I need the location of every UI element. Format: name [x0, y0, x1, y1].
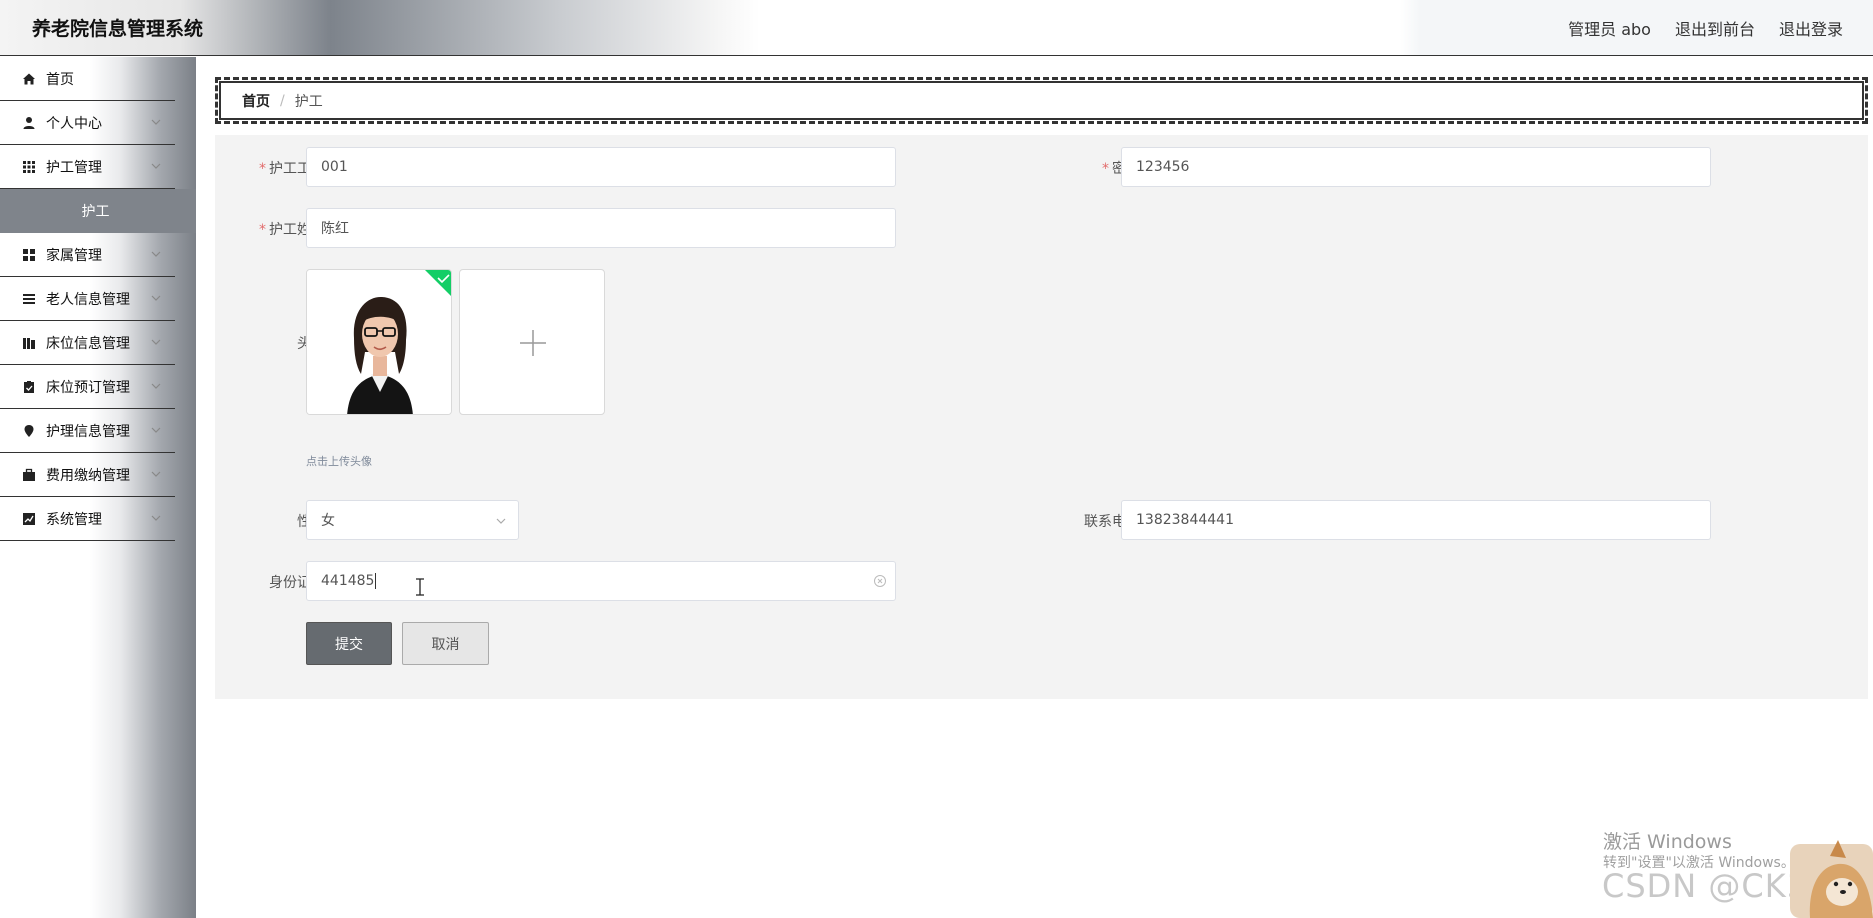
sidebar-subitem-nurse[interactable]: 护工 [0, 189, 196, 233]
sidebar-subitem-label: 护工 [81, 204, 110, 220]
top-links: 管理员 abo 退出到前台 退出登录 [1568, 16, 1843, 40]
dog-avatar-icon [1790, 840, 1873, 918]
breadcrumb-current: 护工 [294, 93, 323, 110]
gender-select[interactable]: 女 [306, 500, 519, 540]
sidebar-item-family-mgmt[interactable]: 家属管理 [0, 233, 175, 277]
avatar-photo [307, 270, 451, 414]
chevron-down-icon [151, 119, 161, 125]
sidebar-item-label: 护工管理 [46, 159, 102, 176]
chevron-down-icon [151, 251, 161, 257]
sidebar-item-bed-info[interactable]: 床位信息管理 [0, 321, 175, 365]
sidebar-item-home[interactable]: 首页 [0, 57, 175, 101]
chevron-down-icon [151, 471, 161, 477]
cancel-button[interactable]: 取消 [402, 622, 489, 665]
sidebar-item-label: 床位预订管理 [46, 379, 130, 396]
chevron-down-icon [151, 515, 161, 521]
text-cursor-icon [416, 578, 424, 596]
sidebar-item-elder-mgmt[interactable]: 老人信息管理 [0, 277, 175, 321]
submit-button[interactable]: 提交 [306, 622, 392, 665]
apps-icon [22, 248, 36, 262]
clear-icon[interactable] [873, 574, 887, 588]
app-title: 养老院信息管理系统 [32, 18, 204, 40]
edit-form: *护工工号 001 *密码 123456 *护工姓名 陈红 头像 点击上传头像 [215, 135, 1868, 699]
sidebar-item-fees[interactable]: 费用缴纳管理 [0, 453, 175, 497]
sidebar-item-system[interactable]: 系统管理 [0, 497, 175, 541]
nurse-id-input[interactable]: 001 [306, 147, 896, 187]
user-icon [22, 116, 36, 130]
avatar-upload-button[interactable] [459, 269, 605, 415]
sidebar-item-label: 系统管理 [46, 511, 102, 528]
avatar-preview[interactable] [306, 269, 452, 415]
grid-icon [22, 160, 36, 174]
clipboard-icon [22, 380, 36, 394]
required-mark: * [259, 222, 266, 238]
chevron-down-icon [496, 518, 506, 524]
sidebar-item-personal[interactable]: 个人中心 [0, 101, 175, 145]
text-caret [375, 573, 377, 589]
breadcrumb-home[interactable]: 首页 [242, 91, 270, 111]
nurse-name-input[interactable]: 陈红 [306, 208, 896, 248]
home-icon [22, 72, 36, 86]
sidebar: 首页 个人中心 护工管理 护工 家属管理 老人信息管理 床位信息管理 床位预订管… [0, 57, 196, 918]
sidebar-item-label: 首页 [46, 71, 74, 88]
id-card-value: 441485 [321, 573, 375, 589]
gender-selected-value: 女 [321, 513, 335, 529]
sidebar-item-label: 老人信息管理 [46, 291, 130, 308]
windows-activation-title: 激活 Windows [1603, 831, 1732, 853]
chevron-down-icon [151, 163, 161, 169]
sidebar-item-label: 费用缴纳管理 [46, 467, 130, 484]
chevron-down-icon [151, 427, 161, 433]
sidebar-item-bed-booking[interactable]: 床位预订管理 [0, 365, 175, 409]
chevron-down-icon [151, 339, 161, 345]
admin-user-link[interactable]: 管理员 abo [1568, 16, 1651, 40]
sidebar-item-label: 家属管理 [46, 247, 102, 264]
back-to-frontend-link[interactable]: 退出到前台 [1675, 16, 1755, 40]
id-card-input[interactable]: 441485 [306, 561, 896, 601]
briefcase-icon [22, 468, 36, 482]
sidebar-item-care-info[interactable]: 护理信息管理 [0, 409, 175, 453]
password-input[interactable]: 123456 [1121, 147, 1711, 187]
breadcrumb: 首页 / 护工 [215, 77, 1868, 124]
required-mark: * [1102, 161, 1109, 177]
chevron-down-icon [151, 295, 161, 301]
plus-icon [520, 330, 546, 356]
required-mark: * [259, 161, 266, 177]
location-pin-icon [22, 424, 36, 438]
avatar-upload-hint: 点击上传头像 [306, 455, 372, 468]
list-icon [22, 292, 36, 306]
chevron-down-icon [151, 383, 161, 389]
logout-link[interactable]: 退出登录 [1779, 16, 1843, 40]
sidebar-item-label: 护理信息管理 [46, 423, 130, 440]
breadcrumb-separator: / [280, 92, 285, 109]
book-icon [22, 336, 36, 350]
sidebar-item-nurse-mgmt[interactable]: 护工管理 [0, 145, 175, 189]
sidebar-item-label: 个人中心 [46, 115, 102, 132]
phone-input[interactable]: 13823844441 [1121, 500, 1711, 540]
top-header: 养老院信息管理系统 管理员 abo 退出到前台 退出登录 [0, 0, 1873, 56]
sidebar-item-label: 床位信息管理 [46, 335, 130, 352]
chart-icon [22, 512, 36, 526]
